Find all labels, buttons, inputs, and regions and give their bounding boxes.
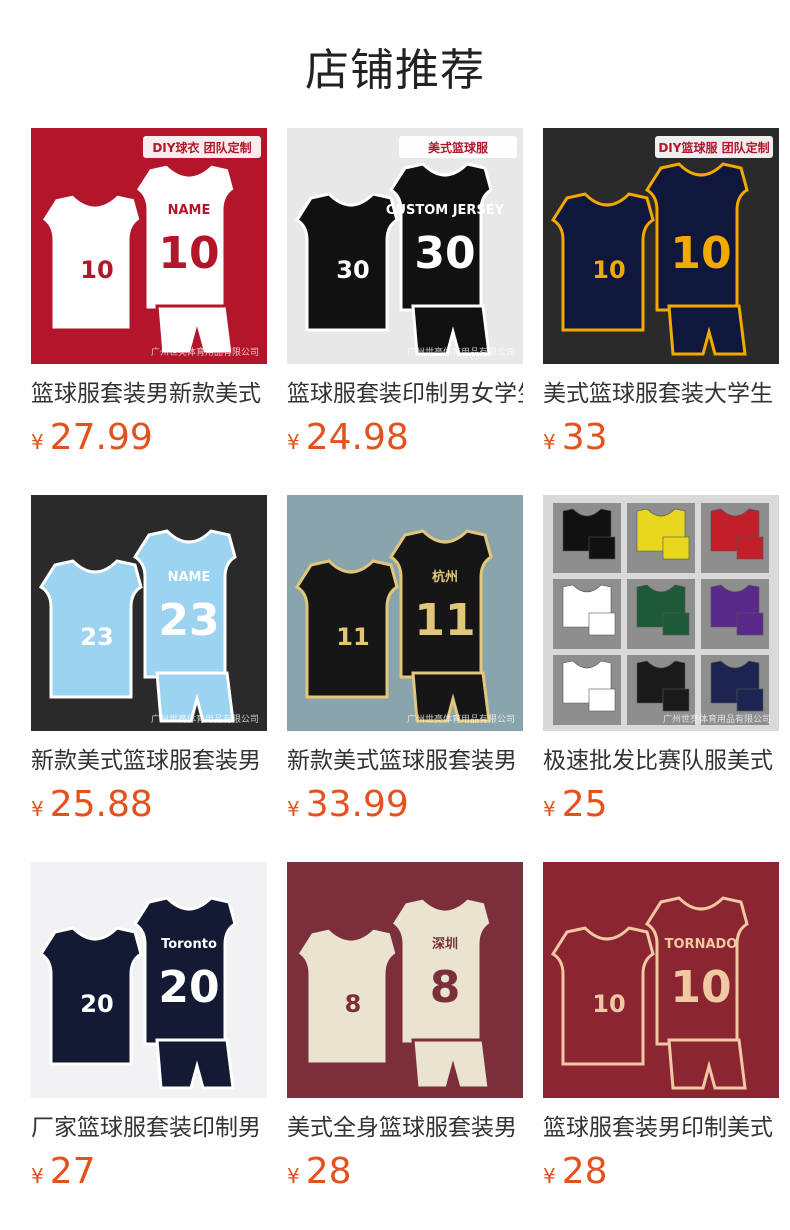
page-title: 店铺推荐 [305,45,485,96]
watermark-text: 广州世亮体育用品有限公司 [150,348,259,358]
product-price: ¥33.99 [287,783,523,827]
price-value: 28 [305,1151,352,1192]
product-price: ¥25.88 [31,783,267,827]
product-image: Toronto 20 20 [31,862,267,1098]
product-name[interactable]: 新款美式篮球服套装男 [287,745,523,777]
svg-text:Toronto: Toronto [161,937,217,952]
currency-symbol: ¥ [31,797,44,821]
product-name[interactable]: 美式全身篮球服套装男 [287,1112,523,1144]
product-price: ¥27.99 [31,416,267,460]
product-name[interactable]: 极速批发比赛队服美式 [543,745,779,777]
watermark-text: 广州世亮体育用品有限公司 [150,715,259,725]
svg-text:8: 8 [430,962,461,1013]
product-image [543,495,779,731]
svg-text:10: 10 [670,962,731,1013]
product-thumbnail[interactable]: 10 10 DIY篮球服 团队定制 [543,128,779,364]
currency-symbol: ¥ [287,1164,300,1188]
svg-text:20: 20 [80,990,113,1018]
product-image: TORNADO 10 10 [543,862,779,1098]
product-image: 深圳 8 8 [287,862,523,1098]
product-card[interactable]: TORNADO 10 10 篮球服套装男印制美式 ¥28 [543,862,779,1194]
svg-text:NAME: NAME [168,203,211,218]
product-thumbnail[interactable]: NAME 10 10 DIY球衣 团队定制广州世亮体育用品有限公司 [31,128,267,364]
product-name[interactable]: 篮球服套装男印制美式 [543,1112,779,1144]
svg-text:美式篮球服: 美式篮球服 [428,140,489,155]
currency-symbol: ¥ [31,1164,44,1188]
product-name[interactable]: 篮球服套装男新款美式 [31,378,267,410]
svg-text:30: 30 [414,228,475,279]
product-card[interactable]: NAME 23 23 广州世亮体育用品有限公司新款美式篮球服套装男 ¥25.88 [31,495,267,827]
product-grid: NAME 10 10 DIY球衣 团队定制 广州世亮体育用品有限公司 篮球服套装男新款美式… [31,128,790,1230]
product-price: ¥33 [543,416,779,460]
currency-symbol: ¥ [287,797,300,821]
product-thumbnail[interactable]: 深圳 8 8 [287,862,523,1098]
price-value: 27.99 [49,417,153,458]
product-thumbnail[interactable]: TORNADO 10 10 [543,862,779,1098]
product-image: NAME 23 23 [31,495,267,731]
currency-symbol: ¥ [543,797,556,821]
watermark-text: 广州世亮体育用品有限公司 [406,348,515,358]
product-image: NAME 10 10 DIY球衣 团队定制 [31,128,267,364]
svg-text:10: 10 [592,990,625,1018]
product-price: ¥27 [31,1150,267,1194]
svg-text:20: 20 [158,962,219,1013]
product-image: 10 10 DIY篮球服 团队定制 [543,128,779,364]
svg-text:10: 10 [158,228,219,279]
product-thumbnail[interactable]: 杭州 11 11 广州世亮体育用品有限公司 [287,495,523,731]
price-value: 33 [561,417,608,458]
watermark-text: 广州世亮体育用品有限公司 [406,715,515,725]
product-card[interactable]: Toronto 20 20 厂家篮球服套装印制男 ¥27 [31,862,267,1194]
product-name[interactable]: 新款美式篮球服套装男 [31,745,267,777]
svg-text:11: 11 [414,595,475,646]
product-name[interactable]: 美式篮球服套装大学生 [543,378,779,410]
product-card[interactable]: 深圳 8 8 美式全身篮球服套装男 ¥28 [287,862,523,1194]
product-card[interactable]: CUSTOM JERSEY 30 30 美式篮球服广州世亮体育用品有限公司篮球服套装印… [287,128,523,460]
product-price: ¥24.98 [287,416,523,460]
svg-text:8: 8 [345,990,362,1018]
currency-symbol: ¥ [31,430,44,454]
svg-text:23: 23 [158,595,219,646]
svg-text:10: 10 [80,256,113,284]
product-thumbnail[interactable]: NAME 23 23 广州世亮体育用品有限公司 [31,495,267,731]
svg-text:CUSTOM JERSEY: CUSTOM JERSEY [386,203,505,218]
product-price: ¥25 [543,783,779,827]
product-card[interactable]: 广州世亮体育用品有限公司极速批发比赛队服美式 ¥25 [543,495,779,827]
price-value: 24.98 [305,417,409,458]
svg-text:NAME: NAME [168,570,211,585]
price-value: 25 [561,784,608,825]
svg-text:杭州: 杭州 [432,569,458,585]
svg-text:深圳: 深圳 [432,936,458,952]
product-price: ¥28 [543,1150,779,1194]
price-value: 28 [561,1151,608,1192]
product-price: ¥28 [287,1150,523,1194]
product-image: CUSTOM JERSEY 30 30 美式篮球服 [287,128,523,364]
svg-text:11: 11 [336,623,369,651]
currency-symbol: ¥ [543,430,556,454]
product-name[interactable]: 篮球服套装印制男女学生 [287,378,523,410]
currency-symbol: ¥ [543,1164,556,1188]
svg-text:10: 10 [670,228,731,279]
product-card[interactable]: 10 10 DIY篮球服 团队定制美式篮球服套装大学生 ¥33 [543,128,779,460]
svg-text:DIY篮球服 团队定制: DIY篮球服 团队定制 [658,140,769,155]
product-image: 杭州 11 11 [287,495,523,731]
price-value: 33.99 [305,784,409,825]
watermark-text: 广州世亮体育用品有限公司 [662,715,771,725]
product-name[interactable]: 厂家篮球服套装印制男 [31,1112,267,1144]
product-card[interactable]: NAME 10 10 DIY球衣 团队定制广州世亮体育用品有限公司篮球服套装男新款美式… [31,128,267,460]
svg-text:30: 30 [336,256,369,284]
svg-text:10: 10 [592,256,625,284]
svg-text:TORNADO: TORNADO [665,937,738,952]
product-card[interactable]: 杭州 11 11 广州世亮体育用品有限公司新款美式篮球服套装男 ¥33.99 [287,495,523,827]
svg-text:DIY球衣 团队定制: DIY球衣 团队定制 [152,140,251,155]
price-value: 27 [49,1151,96,1192]
currency-symbol: ¥ [287,430,300,454]
product-thumbnail[interactable]: 广州世亮体育用品有限公司 [543,495,779,731]
svg-text:23: 23 [80,623,113,651]
product-thumbnail[interactable]: Toronto 20 20 [31,862,267,1098]
price-value: 25.88 [49,784,153,825]
product-thumbnail[interactable]: CUSTOM JERSEY 30 30 美式篮球服广州世亮体育用品有限公司 [287,128,523,364]
